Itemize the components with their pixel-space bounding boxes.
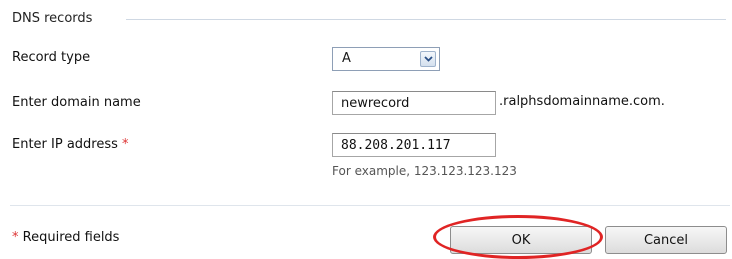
section-divider bbox=[126, 19, 726, 20]
required-star: * bbox=[12, 230, 19, 245]
record-type-label: Record type bbox=[12, 50, 91, 65]
record-type-selected-value: A bbox=[342, 51, 351, 66]
ip-address-input[interactable] bbox=[332, 133, 496, 157]
required-star: * bbox=[122, 137, 129, 152]
section-title: DNS records bbox=[12, 11, 93, 26]
cancel-button[interactable]: Cancel bbox=[605, 226, 727, 254]
ip-address-label-text: Enter IP address bbox=[12, 137, 118, 152]
ok-button[interactable]: OK bbox=[450, 226, 592, 254]
record-type-select[interactable]: A bbox=[332, 47, 440, 71]
required-fields-note: * Required fields bbox=[12, 229, 119, 247]
required-fields-text: Required fields bbox=[22, 230, 120, 245]
ip-address-hint: For example, 123.123.123.123 bbox=[332, 164, 517, 178]
footer-divider bbox=[10, 205, 730, 206]
ip-address-label: Enter IP address * bbox=[12, 136, 129, 154]
domain-name-label: Enter domain name bbox=[12, 95, 141, 110]
domain-suffix: .ralphsdomainname.com. bbox=[499, 94, 665, 109]
domain-name-input[interactable] bbox=[332, 91, 496, 115]
chevron-down-icon[interactable] bbox=[420, 51, 436, 67]
